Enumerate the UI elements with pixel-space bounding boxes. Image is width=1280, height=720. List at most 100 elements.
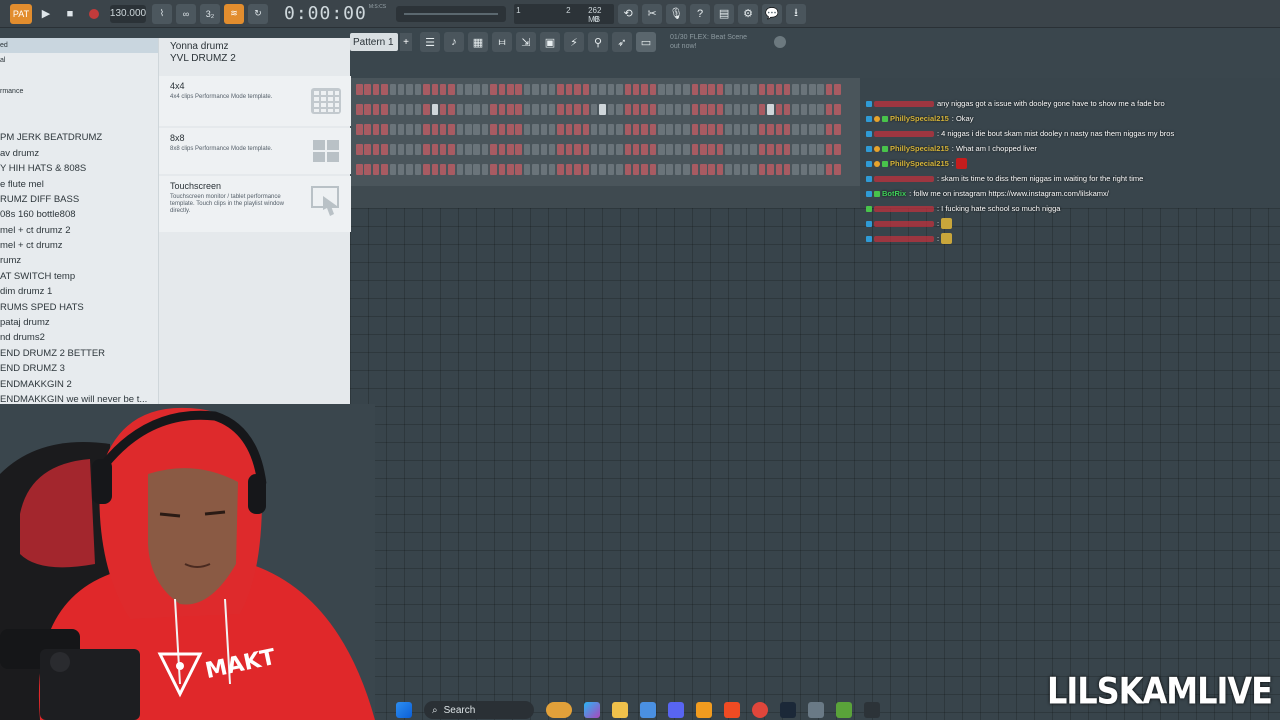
step-button[interactable] bbox=[792, 84, 799, 95]
mixer-icon[interactable]: ⚙ bbox=[738, 3, 759, 24]
store-icon[interactable] bbox=[640, 702, 656, 718]
step-button[interactable] bbox=[641, 144, 648, 155]
step-button[interactable] bbox=[565, 124, 573, 135]
step-button[interactable] bbox=[741, 124, 749, 135]
copilot-icon[interactable] bbox=[584, 702, 600, 718]
project-icon[interactable]: ▣ bbox=[540, 32, 560, 52]
pat-song-toggle[interactable]: PAT bbox=[10, 3, 32, 24]
step-button[interactable] bbox=[414, 144, 422, 155]
step-button[interactable] bbox=[481, 144, 489, 155]
step-button[interactable] bbox=[397, 124, 405, 135]
step-button[interactable] bbox=[507, 164, 514, 175]
step-button[interactable] bbox=[632, 104, 640, 115]
step-button[interactable] bbox=[716, 144, 724, 155]
play-button[interactable]: ▶ bbox=[36, 4, 56, 24]
step-button[interactable] bbox=[658, 104, 665, 115]
step-button[interactable] bbox=[758, 144, 766, 155]
step-button[interactable] bbox=[809, 164, 816, 175]
microphone-icon[interactable]: 🎙 bbox=[666, 3, 687, 24]
step-button[interactable] bbox=[582, 124, 590, 135]
4k-downloader-icon[interactable] bbox=[864, 702, 880, 718]
step-button[interactable] bbox=[439, 144, 447, 155]
step-button[interactable] bbox=[632, 164, 640, 175]
step-button[interactable] bbox=[750, 124, 757, 135]
step-button[interactable] bbox=[649, 104, 657, 115]
step-button[interactable] bbox=[758, 104, 766, 115]
step-button[interactable] bbox=[523, 104, 531, 115]
step-button[interactable] bbox=[733, 104, 741, 115]
step-button[interactable] bbox=[574, 164, 581, 175]
step-button[interactable] bbox=[783, 164, 791, 175]
step-button[interactable] bbox=[683, 144, 690, 155]
add-pattern-button[interactable]: + bbox=[400, 33, 412, 51]
step-button[interactable] bbox=[439, 124, 447, 135]
wait-input-button[interactable]: ∞ bbox=[176, 3, 196, 24]
step-button[interactable] bbox=[372, 164, 380, 175]
step-button[interactable] bbox=[456, 84, 464, 95]
step-button[interactable] bbox=[599, 124, 606, 135]
template-list-item[interactable]: nd drums2 bbox=[0, 330, 158, 345]
record-button[interactable] bbox=[84, 4, 104, 24]
step-button[interactable] bbox=[431, 164, 439, 175]
step-button[interactable] bbox=[616, 144, 623, 155]
template-list-item[interactable]: PM JERK BEATDRUMZ bbox=[0, 130, 158, 145]
step-button[interactable] bbox=[381, 84, 388, 95]
step-button[interactable] bbox=[448, 164, 455, 175]
step-button[interactable] bbox=[825, 84, 833, 95]
step-button[interactable] bbox=[725, 164, 732, 175]
step-button[interactable] bbox=[750, 104, 757, 115]
step-button[interactable] bbox=[532, 84, 539, 95]
step-button[interactable] bbox=[741, 104, 749, 115]
step-button[interactable] bbox=[498, 164, 506, 175]
step-button[interactable] bbox=[733, 84, 741, 95]
save-icon[interactable]: ▤ bbox=[714, 3, 735, 24]
step-button[interactable] bbox=[691, 144, 699, 155]
minecraft-icon[interactable] bbox=[836, 702, 852, 718]
step-button[interactable] bbox=[490, 124, 497, 135]
step-button[interactable] bbox=[666, 164, 673, 175]
undo-history-icon[interactable]: ⟲ bbox=[618, 3, 639, 24]
step-button[interactable] bbox=[700, 164, 707, 175]
step-button[interactable] bbox=[666, 84, 673, 95]
stop-button[interactable]: ■ bbox=[60, 4, 80, 24]
step-button[interactable] bbox=[574, 84, 581, 95]
step-button[interactable] bbox=[725, 124, 732, 135]
step-button[interactable] bbox=[498, 84, 506, 95]
step-button[interactable] bbox=[641, 164, 648, 175]
step-button[interactable] bbox=[356, 124, 363, 135]
file-explorer-icon[interactable] bbox=[612, 702, 628, 718]
step-button[interactable] bbox=[397, 104, 405, 115]
template-list-item[interactable]: ENDMAKKGIN 2 bbox=[0, 377, 158, 392]
step-button[interactable] bbox=[624, 124, 631, 135]
step-button[interactable] bbox=[507, 84, 514, 95]
step-button[interactable] bbox=[590, 84, 598, 95]
step-button[interactable] bbox=[481, 124, 489, 135]
step-button[interactable] bbox=[389, 104, 397, 115]
step-button[interactable] bbox=[414, 124, 422, 135]
metronome-button[interactable]: ⌇ bbox=[152, 3, 172, 24]
step-button[interactable] bbox=[473, 144, 480, 155]
step-button[interactable] bbox=[716, 104, 724, 115]
channel-rack-icon[interactable]: ▦ bbox=[468, 32, 488, 52]
step-button[interactable] bbox=[632, 124, 640, 135]
step-button[interactable] bbox=[414, 84, 422, 95]
step-button[interactable] bbox=[716, 124, 724, 135]
step-button[interactable] bbox=[465, 164, 472, 175]
step-button[interactable] bbox=[683, 84, 690, 95]
step-button[interactable] bbox=[397, 84, 405, 95]
step-button[interactable] bbox=[356, 104, 363, 115]
step-button[interactable] bbox=[406, 164, 413, 175]
news-icon[interactable]: ▭ bbox=[636, 32, 656, 52]
step-button[interactable] bbox=[649, 124, 657, 135]
step-button[interactable] bbox=[364, 164, 371, 175]
step-button[interactable] bbox=[481, 84, 489, 95]
step-button[interactable] bbox=[716, 84, 724, 95]
step-button[interactable] bbox=[632, 144, 640, 155]
step-button[interactable] bbox=[616, 84, 623, 95]
step-button[interactable] bbox=[599, 144, 606, 155]
rocket-icon[interactable]: ➶ bbox=[612, 32, 632, 52]
step-button[interactable] bbox=[590, 144, 598, 155]
step-button[interactable] bbox=[800, 124, 808, 135]
chrome-icon[interactable] bbox=[752, 702, 768, 718]
step-button[interactable] bbox=[624, 144, 631, 155]
